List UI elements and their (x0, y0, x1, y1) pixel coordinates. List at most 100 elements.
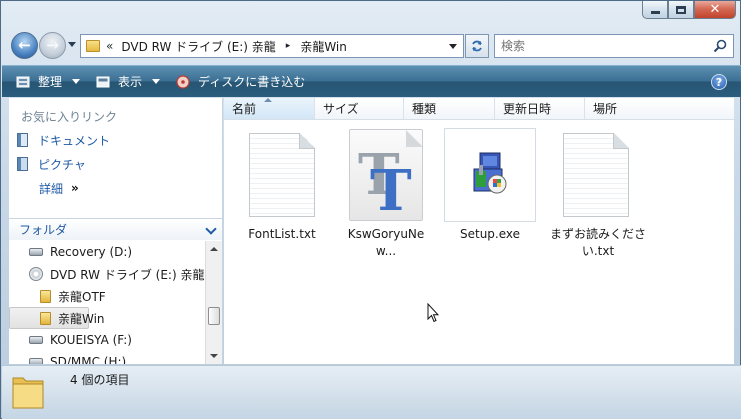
tree-item-label: KOUEISYA (F:) (50, 333, 132, 347)
address-bar[interactable]: « DVD RW ドライブ (E:) 亲龍 ▸ 亲龍Win (80, 34, 464, 58)
refresh-button[interactable] (465, 34, 489, 58)
chevron-down-icon (72, 79, 81, 84)
search-icon[interactable] (713, 39, 727, 53)
column-header-label: 更新日時 (503, 102, 552, 116)
installer-icon (473, 152, 507, 194)
file-item[interactable]: Setup.exe (444, 128, 536, 243)
chevron-down-icon (205, 223, 217, 235)
scroll-down-icon[interactable] (210, 354, 218, 358)
favorite-link-pictures[interactable]: ピクチャ (9, 152, 222, 176)
installer-icon-frame (444, 128, 536, 222)
burn-to-disc-button[interactable]: ディスクに書き込む (176, 73, 305, 90)
details-pane: 4 個の項目 (2, 365, 741, 419)
file-name: Setup.exe (459, 227, 521, 241)
column-headers: 名前 サイズ 種類 更新日時 場所 (224, 98, 734, 120)
file-item[interactable]: T T KswGoryuNew... (340, 128, 432, 260)
file-item[interactable]: まずお読みください.txt (550, 128, 646, 260)
column-header-name[interactable]: 名前 (224, 98, 315, 119)
tree-item-label: 亲龍OTF (58, 289, 106, 304)
burn-to-disc-label: ディスクに書き込む (198, 75, 306, 89)
file-name: KswGoryuNew... (347, 227, 425, 258)
back-button[interactable]: ← (11, 32, 38, 59)
navigation-pane: お気に入りリンク ドキュメント ピクチャ 詳細 » フォルダ Recovery … (9, 98, 223, 364)
tree-item-koueisya-drive[interactable]: KOUEISYA (F:) (9, 329, 205, 351)
font-file-icon: T T (349, 129, 423, 224)
file-thumbnail: T T (340, 128, 432, 224)
font-glyph-icon: T T (358, 130, 423, 224)
more-links-button[interactable]: 詳細 » (9, 176, 222, 200)
help-icon: ? (715, 75, 723, 89)
folder-tree: Recovery (D:) DVD RW ドライブ (E:) 亲龍 亲龍OTF … (9, 241, 205, 364)
tree-item-dvd-drive[interactable]: DVD RW ドライブ (E:) 亲龍 (9, 263, 205, 285)
title-bar: ✕ (1, 1, 741, 29)
tree-item-win-folder[interactable]: 亲龍Win (9, 307, 105, 329)
refresh-icon (472, 40, 482, 52)
tree-item-label: Recovery (D:) (50, 245, 133, 259)
views-label: 表示 (118, 75, 143, 89)
window-controls: ✕ (642, 1, 736, 19)
tree-item-sd-drive[interactable]: SD/MMC (H:) (9, 351, 205, 364)
tree-item-label: DVD RW ドライブ (E:) 亲龍 (50, 267, 205, 282)
column-header-type[interactable]: 種類 (404, 98, 495, 119)
minimize-button[interactable] (642, 1, 668, 19)
drive-icon (29, 248, 43, 256)
folder-icon (12, 377, 44, 409)
text-file-icon (563, 133, 629, 217)
explorer-window: ✕ ← → « DVD RW ドライブ (E:) 亲龍 ▸ 亲龍Win 検索 整… (0, 0, 741, 419)
organize-icon (16, 76, 30, 87)
address-segment-folder[interactable]: 亲龍Win (300, 38, 347, 55)
pictures-icon (17, 157, 28, 171)
organize-menu[interactable]: 整理 (16, 73, 81, 90)
dvd-icon (29, 267, 43, 281)
folders-header[interactable]: フォルダ (9, 218, 222, 240)
recent-pages-dropdown[interactable] (68, 42, 76, 47)
folder-icon (86, 40, 100, 52)
svg-text:T: T (370, 158, 412, 222)
organize-label: 整理 (38, 75, 63, 89)
tree-item-label: 亲龍Win (58, 311, 105, 326)
file-item[interactable]: FontList.txt (236, 128, 328, 243)
views-icon (96, 76, 110, 87)
sort-ascending-icon (264, 98, 272, 102)
column-header-modified[interactable]: 更新日時 (495, 98, 585, 119)
mouse-cursor-icon (427, 303, 439, 323)
address-overflow-chevron[interactable]: « (106, 39, 113, 53)
text-file-icon (249, 133, 315, 217)
file-name: FontList.txt (248, 227, 316, 241)
scrollbar-thumb[interactable] (208, 307, 220, 325)
maximize-icon (676, 5, 686, 14)
favorite-link-documents[interactable]: ドキュメント (9, 128, 222, 152)
folder-icon (40, 311, 51, 325)
search-box[interactable] (494, 34, 734, 58)
tree-item-otf-folder[interactable]: 亲龍OTF (9, 285, 205, 307)
file-thumbnail (236, 128, 328, 222)
maximize-button[interactable] (668, 1, 694, 19)
column-header-location[interactable]: 場所 (585, 98, 675, 119)
column-header-label: 名前 (232, 102, 257, 116)
favorite-links-header: お気に入りリンク (21, 110, 118, 124)
address-segment-drive[interactable]: DVD RW ドライブ (E:) 亲龍 (121, 38, 275, 55)
burn-disc-icon (176, 74, 190, 89)
scroll-up-icon[interactable] (210, 247, 218, 251)
address-history-dropdown[interactable] (449, 44, 457, 49)
forward-arrow-icon: → (46, 36, 59, 54)
tree-item-recovery-drive[interactable]: Recovery (D:) (9, 241, 205, 263)
search-input[interactable] (495, 39, 705, 53)
folders-header-label: フォルダ (19, 223, 68, 237)
item-count: 4 個の項目 (70, 373, 130, 387)
folder-icon (40, 289, 51, 303)
close-button[interactable]: ✕ (694, 1, 736, 19)
folder-tree-scrollbar[interactable] (205, 241, 222, 364)
column-header-size[interactable]: サイズ (315, 98, 404, 119)
column-header-label: 場所 (593, 102, 618, 116)
close-icon: ✕ (709, 2, 721, 17)
address-separator-icon[interactable]: ▸ (286, 41, 291, 51)
help-button[interactable]: ? (711, 74, 727, 90)
minimize-icon (650, 11, 660, 14)
forward-button[interactable]: → (39, 32, 66, 59)
documents-icon (17, 133, 28, 147)
favorite-link-label: ピクチャ (38, 157, 86, 172)
views-menu[interactable]: 表示 (96, 73, 161, 90)
chevron-down-icon (152, 79, 161, 84)
file-thumbnail (550, 128, 642, 222)
